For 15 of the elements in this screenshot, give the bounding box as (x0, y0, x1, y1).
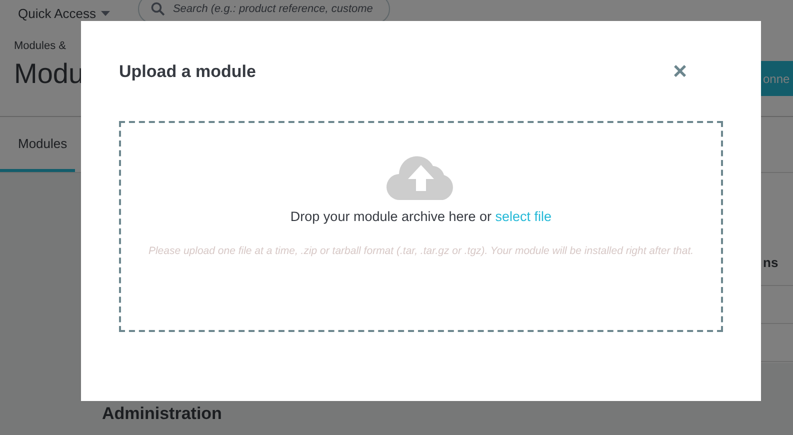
page-title: Modu (14, 58, 84, 90)
drop-instruction: Drop your module archive here or select file (290, 209, 552, 224)
tab[interactable]: Modules (0, 117, 76, 172)
section-heading: Administration (102, 404, 222, 424)
search-icon (151, 2, 165, 16)
upload-hint: Please upload one file at a time, .zip or tarball format (.tar, .tar.gz or .tgz). Your module will be installed right after that. (147, 244, 695, 259)
drop-zone[interactable]: Drop your module archive here or select file Please upload one file at a time, .zip or tarball format (.tar, .tar.gz or .tgz). Your module will be installed right after that. (119, 121, 723, 332)
cloud-upload-icon (386, 153, 456, 201)
column-heading: ns (763, 255, 778, 270)
modal-title: Upload a module (119, 62, 256, 82)
quick-access-menu[interactable]: Quick Access (18, 6, 110, 20)
close-button[interactable]: × (672, 60, 687, 84)
caret-icon (101, 10, 110, 16)
select-file-link[interactable]: select file (495, 209, 552, 224)
breadcrumb: Modules & (14, 40, 66, 52)
